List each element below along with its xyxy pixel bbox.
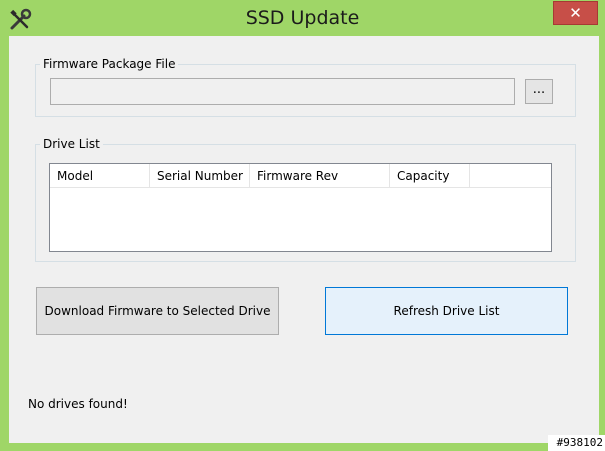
watermark-label: #938102 [548, 435, 605, 451]
client-area: Firmware Package File ... Drive List Mod… [9, 36, 599, 443]
browse-button[interactable]: ... [525, 79, 553, 104]
refresh-drive-list-button[interactable]: Refresh Drive List [325, 287, 568, 335]
title-bar[interactable]: SSD Update ✕ [0, 0, 605, 36]
firmware-path-field[interactable] [50, 78, 515, 105]
status-text: No drives found! [28, 397, 128, 411]
download-firmware-button[interactable]: Download Firmware to Selected Drive [36, 287, 279, 335]
close-button[interactable]: ✕ [553, 1, 598, 25]
drive-list-label: Drive List [40, 137, 103, 151]
close-icon: ✕ [569, 4, 582, 22]
column-header-serial-number[interactable]: Serial Number [150, 164, 250, 188]
column-header-capacity[interactable]: Capacity [390, 164, 470, 188]
drive-list-group: Drive List Model Serial Number Firmware … [35, 137, 576, 262]
table-header: Model Serial Number Firmware Rev Capacit… [50, 164, 551, 188]
column-header-firmware-rev[interactable]: Firmware Rev [250, 164, 390, 188]
column-header-model[interactable]: Model [50, 164, 150, 188]
firmware-package-label: Firmware Package File [40, 57, 179, 71]
window-title: SSD Update [245, 7, 360, 29]
app-window: SSD Update ✕ Firmware Package File ... D… [0, 0, 605, 451]
firmware-package-group: Firmware Package File ... [35, 57, 576, 117]
drive-list-table[interactable]: Model Serial Number Firmware Rev Capacit… [49, 163, 552, 252]
